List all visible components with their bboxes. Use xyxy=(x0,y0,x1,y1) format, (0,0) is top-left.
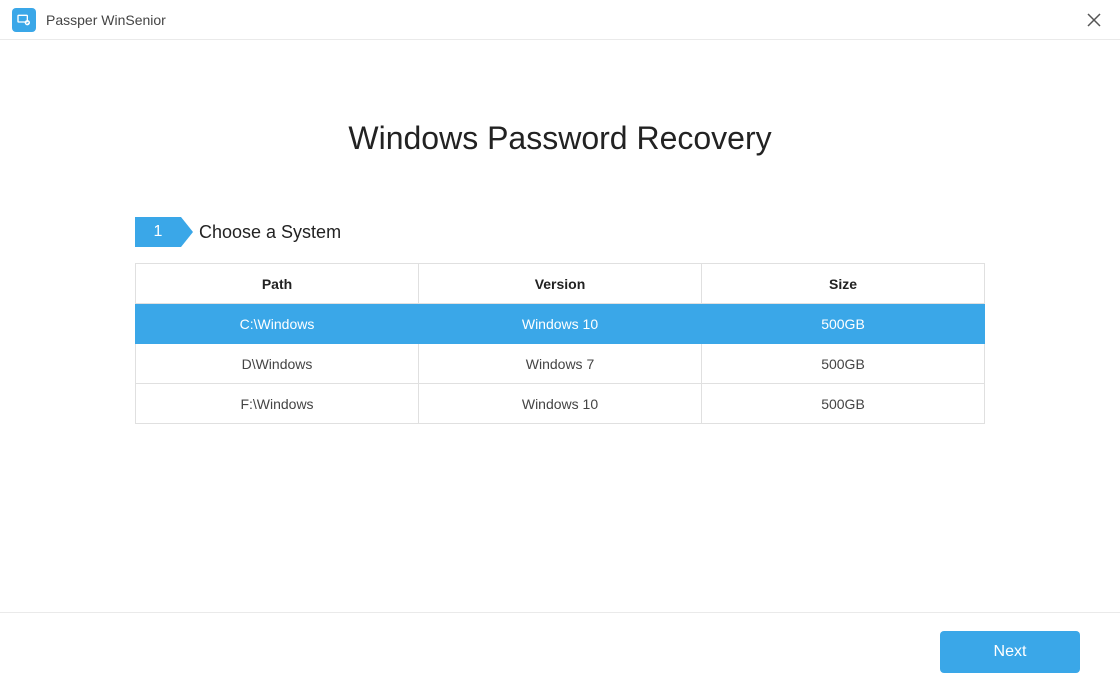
footer: Next xyxy=(0,612,1120,690)
cell-path: C:\Windows xyxy=(136,304,419,344)
cell-size: 500GB xyxy=(702,304,985,344)
step-label: Choose a System xyxy=(199,222,341,243)
table-row[interactable]: F:\WindowsWindows 10500GB xyxy=(136,384,985,424)
cell-version: Windows 10 xyxy=(419,304,702,344)
cell-path: F:\Windows xyxy=(136,384,419,424)
cell-size: 500GB xyxy=(702,384,985,424)
table-header-row: Path Version Size xyxy=(136,264,985,304)
page-title: Windows Password Recovery xyxy=(0,120,1120,157)
app-icon xyxy=(12,8,36,32)
content-area: 1 Choose a System Path Version Size C:\W… xyxy=(135,217,985,424)
main-content: Windows Password Recovery 1 Choose a Sys… xyxy=(0,40,1120,424)
cell-version: Windows 10 xyxy=(419,384,702,424)
close-icon xyxy=(1087,13,1101,27)
close-button[interactable] xyxy=(1082,8,1106,32)
cell-path: D\Windows xyxy=(136,344,419,384)
app-title: Passper WinSenior xyxy=(46,12,166,28)
col-header-path: Path xyxy=(136,264,419,304)
col-header-version: Version xyxy=(419,264,702,304)
col-header-size: Size xyxy=(702,264,985,304)
table-row[interactable]: D\WindowsWindows 7500GB xyxy=(136,344,985,384)
step-number-badge: 1 xyxy=(135,217,181,247)
next-button[interactable]: Next xyxy=(940,631,1080,673)
cell-version: Windows 7 xyxy=(419,344,702,384)
cell-size: 500GB xyxy=(702,344,985,384)
step-header: 1 Choose a System xyxy=(135,217,985,247)
titlebar: Passper WinSenior xyxy=(0,0,1120,40)
systems-table: Path Version Size C:\WindowsWindows 1050… xyxy=(135,263,985,424)
table-row[interactable]: C:\WindowsWindows 10500GB xyxy=(136,304,985,344)
